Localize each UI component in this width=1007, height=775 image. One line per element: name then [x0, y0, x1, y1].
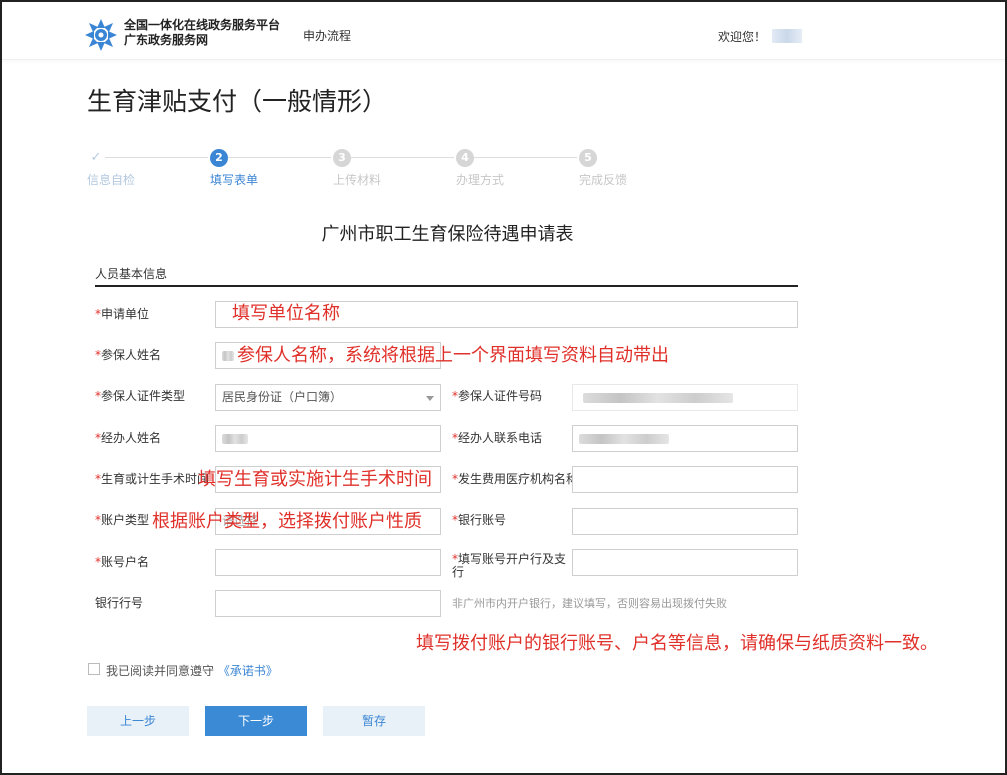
annotation-insured: 参保人名称，系统将根据上一个界面填写资料自动带出	[237, 345, 669, 366]
save-draft-button[interactable]: 暂存	[323, 706, 425, 736]
agreement-text: 我已阅读并同意遵守 《承诺书》	[106, 664, 278, 678]
step-connector	[228, 157, 331, 158]
form-title: 广州市职工生育保险待遇申请表	[321, 224, 574, 245]
annotation-unit: 填写单位名称	[232, 303, 340, 324]
id-type-value: 居民身份证（户口簿）	[222, 390, 343, 404]
site-header: 全国一体化在线政务服务平台 广东政务服务网 申办流程 欢迎您！	[2, 2, 1005, 60]
bank-code-hint: 非广州市内开户银行，建议填写，否则容易出现拨付失败	[452, 597, 727, 610]
id-number-input[interactable]	[572, 384, 798, 411]
next-step-button[interactable]: 下一步	[205, 706, 307, 736]
step-5-label: 完成反馈	[579, 173, 628, 187]
bank-branch-input[interactable]	[572, 549, 798, 576]
brand-line-2: 广东政务服务网	[124, 33, 209, 47]
bank-account-input[interactable]	[572, 508, 798, 535]
handler-phone-input[interactable]	[572, 425, 798, 452]
step-connector	[351, 157, 454, 158]
surgery-time-label: *生育或计生手术时间	[95, 472, 210, 486]
welcome-text: 欢迎您！	[718, 30, 767, 44]
step-connector	[474, 157, 577, 158]
step-2-label: 填写表单	[210, 173, 259, 187]
annotation-bank-info: 填写拨付账户的银行账号、户名等信息，请确保与纸质资料一致。	[416, 633, 938, 654]
step-4-circle: 4	[456, 149, 474, 167]
step-2-circle: 2	[210, 149, 228, 167]
bank-code-input[interactable]	[215, 590, 441, 617]
handler-name-label: *经办人姓名	[95, 431, 162, 445]
medical-org-input[interactable]	[572, 466, 798, 493]
annotation-surgery: 填写生育或实施计生手术时间	[198, 469, 432, 490]
site-logo-icon[interactable]	[84, 18, 118, 52]
chevron-down-icon	[426, 396, 434, 401]
handler-name-input[interactable]	[215, 425, 441, 452]
bank-branch-label: *填写账号开户行及支行	[452, 552, 567, 579]
medical-org-label: *发生费用医疗机构名称	[452, 472, 579, 486]
applicant-unit-label: *申请单位	[95, 307, 150, 321]
id-number-label: *参保人证件号码	[452, 389, 543, 403]
step-1-label: 信息自检	[87, 173, 136, 187]
handler-phone-label: *经办人联系电话	[452, 431, 543, 445]
step-5-circle: 5	[579, 149, 597, 167]
commitment-link[interactable]: 《承诺书》	[218, 664, 278, 678]
id-type-select[interactable]: 居民身份证（户口簿）	[215, 384, 441, 411]
section-title: 人员基本信息	[95, 267, 168, 281]
step-3-circle: 3	[333, 149, 351, 167]
bank-code-label: 银行行号	[95, 596, 144, 610]
bank-account-label: *银行账号	[452, 513, 507, 527]
step-4-label: 办理方式	[456, 173, 505, 187]
page-title: 生育津贴支付（一般情形）	[87, 87, 388, 116]
prev-step-button[interactable]: 上一步	[87, 706, 189, 736]
account-name-input[interactable]	[215, 549, 441, 576]
progress-steps: ✓ 信息自检 2 填写表单 3 上传材料 4 办理方式 5 完成反馈	[87, 147, 647, 187]
annotation-account-type: 根据账户类型，选择拨付账户性质	[152, 511, 422, 532]
step-3-label: 上传材料	[333, 173, 382, 187]
account-type-label: *账户类型	[95, 513, 150, 527]
id-type-label: *参保人证件类型	[95, 389, 186, 403]
user-name-masked[interactable]	[772, 29, 802, 43]
agreement-checkbox[interactable]	[88, 663, 100, 675]
brand-name[interactable]: 全国一体化在线政务服务平台 广东政务服务网	[124, 18, 280, 48]
nav-process-link[interactable]: 申办流程	[303, 27, 351, 44]
account-name-label: *账号户名	[95, 555, 150, 569]
step-1-check-icon: ✓	[90, 150, 102, 165]
brand-line-1: 全国一体化在线政务服务平台	[124, 18, 281, 32]
section-divider	[95, 285, 798, 287]
insured-name-label: *参保人姓名	[95, 348, 162, 362]
step-connector	[105, 157, 208, 158]
